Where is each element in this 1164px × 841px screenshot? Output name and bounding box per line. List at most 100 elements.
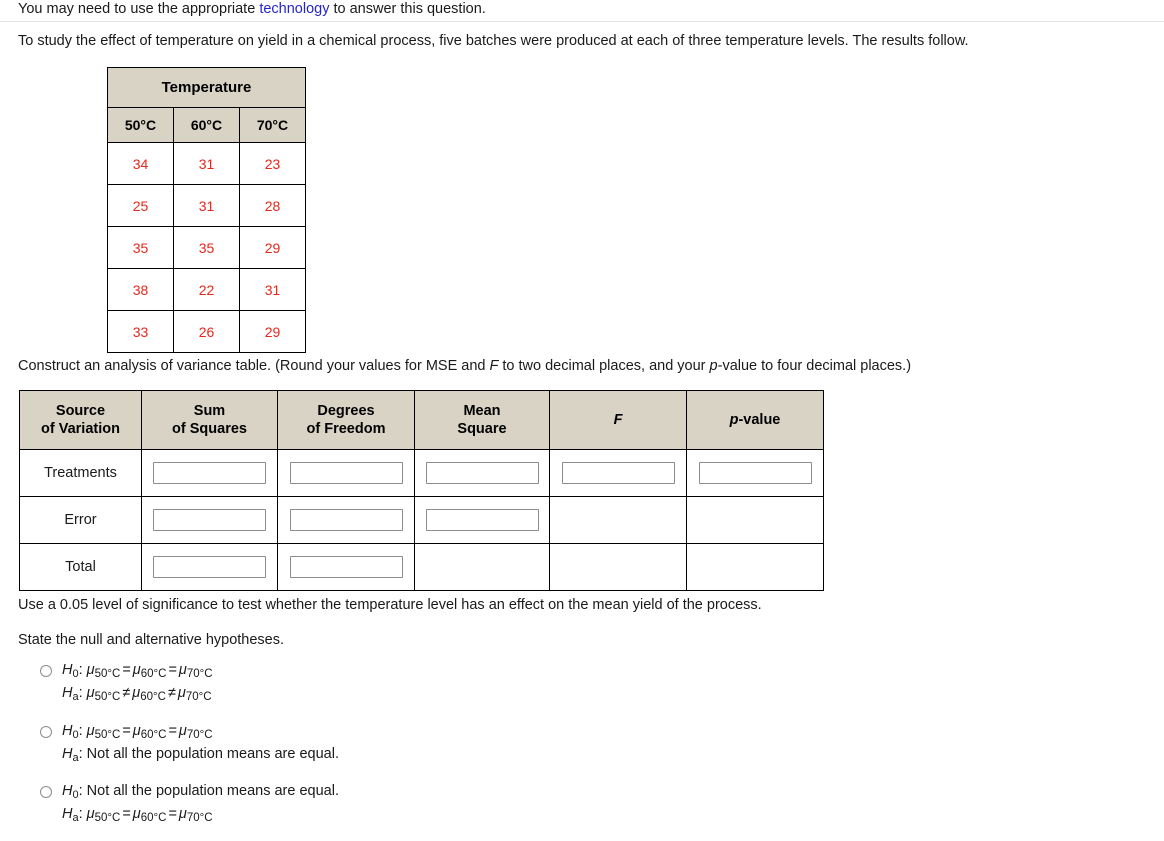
mu-symbol: μ [132, 662, 141, 678]
treatments-ss-input[interactable] [153, 462, 266, 484]
mu-subscript-50c: 50°C [94, 729, 121, 742]
mu-symbol: μ [86, 805, 95, 822]
option-3-alt-symbol: H [62, 805, 73, 822]
option-3-null-line: H0: Not all the population means are equ… [62, 782, 339, 802]
anova-row-label-error: Error [19, 496, 142, 544]
mu-subscript-60c: 60°C [140, 729, 167, 742]
total-ss-input[interactable] [153, 556, 266, 578]
option-1-null-line: H0: μ50°C = μ60°C = μ70°C [62, 662, 213, 681]
data-cell: 34 [107, 142, 174, 185]
hypothesis-radio-2[interactable] [40, 725, 52, 738]
anova-cell-treatments-p[interactable] [686, 449, 824, 497]
data-cell: 35 [173, 226, 240, 269]
mu-subscript-60c: 60°C [140, 811, 167, 824]
temperature-data-table: Temperature 50°C 60°C 70°C 34 31 23 25 3… [107, 67, 306, 353]
anova-cell-error-p [686, 496, 824, 544]
anova-header-degrees-of-freedom: Degrees of Freedom [277, 390, 415, 450]
table-row: 35 35 29 [107, 226, 306, 269]
data-column-header-50c: 50°C [107, 107, 174, 143]
mu-symbol: μ [178, 805, 187, 822]
data-cell: 33 [107, 310, 174, 353]
data-cell: 31 [239, 268, 306, 311]
mu-subscript-70c: 70°C [185, 691, 212, 704]
data-cell: 25 [107, 184, 174, 227]
option-3-null-subscript: 0 [72, 789, 79, 802]
data-cell: 22 [173, 268, 240, 311]
anova-header-ss-line1: Sum [193, 402, 226, 419]
anova-cell-total-p [686, 543, 824, 591]
anova-row-total: Total [19, 543, 824, 591]
error-ss-input[interactable] [153, 509, 266, 531]
anova-cell-total-df[interactable] [277, 543, 415, 591]
problem-statement: To study the effect of temperature on yi… [18, 33, 969, 49]
data-cell: 23 [239, 142, 306, 185]
technology-link[interactable]: technology [259, 1, 329, 17]
anova-cell-error-ms[interactable] [414, 496, 550, 544]
data-column-header-60c: 60°C [173, 107, 240, 143]
option-3-alt-line: Ha: μ50°C = μ60°C = μ70°C [62, 805, 213, 824]
anova-header-p-value: p-value [686, 390, 824, 450]
hypothesis-radio-1[interactable] [40, 665, 52, 677]
table-row: 34 31 23 [107, 142, 306, 185]
mu-subscript-50c: 50°C [94, 811, 121, 824]
mu-symbol: μ [86, 662, 95, 678]
error-df-input[interactable] [289, 509, 403, 531]
hypothesis-options: H0: μ50°C = μ60°C = μ70°C Ha: μ50°C ≠ μ60°C ≠ μ7… [38, 660, 339, 841]
anova-header-p-rest: -value [738, 411, 781, 428]
treatments-f-input[interactable] [561, 462, 675, 484]
error-ms-input[interactable] [425, 509, 539, 531]
hypothesis-option-3[interactable]: H0: Not all the population means are equ… [38, 781, 339, 827]
anova-row-label-treatments: Treatments [19, 449, 142, 497]
anova-cell-treatments-f[interactable] [549, 449, 687, 497]
treatments-p-input[interactable] [698, 462, 812, 484]
data-table-header-row: 50°C 60°C 70°C [107, 107, 306, 143]
mu-symbol: μ [86, 685, 95, 702]
significance-instruction: Use a 0.05 level of significance to test… [18, 597, 762, 613]
anova-cell-error-ss[interactable] [141, 496, 278, 544]
mu-subscript-50c: 50°C [94, 691, 121, 704]
treatments-ms-input[interactable] [425, 462, 539, 484]
anova-cell-total-ms [414, 543, 550, 591]
mu-subscript-50c: 50°C [94, 668, 121, 681]
anova-cell-treatments-ss[interactable] [141, 449, 278, 497]
anova-header-ms-line2: Square [457, 421, 507, 437]
hypothesis-option-1[interactable]: H0: μ50°C = μ60°C = μ70°C Ha: μ50°C ≠ μ60°C ≠ μ7… [38, 660, 339, 707]
data-cell: 28 [239, 184, 306, 227]
anova-cell-treatments-df[interactable] [277, 449, 415, 497]
data-column-header-70c: 70°C [239, 107, 306, 143]
mu-symbol: μ [132, 722, 141, 739]
anova-cell-error-df[interactable] [277, 496, 415, 544]
technology-notice-prefix: You may need to use the appropriate [18, 1, 260, 17]
anova-row-treatments: Treatments [19, 449, 824, 497]
option-2-alt-symbol: H [62, 746, 73, 763]
anova-header-ms-line1: Mean [463, 402, 501, 419]
hypothesis-option-2[interactable]: H0: μ50°C = μ60°C = μ70°C Ha: Not all the po… [38, 721, 339, 767]
anova-header-row: Source of Variation Sum of Squares Degre… [19, 390, 824, 450]
operator-equals: = [168, 722, 177, 739]
anova-cell-total-ss[interactable] [141, 543, 278, 591]
state-hypotheses-instruction: State the null and alternative hypothese… [18, 632, 285, 648]
option-2-alt-text: Not all the population means are equal. [86, 746, 339, 763]
treatments-df-input[interactable] [289, 462, 403, 484]
anova-header-ss-line2: of Squares [172, 421, 247, 437]
anova-cell-total-f [549, 543, 687, 591]
option-3-null-text: Not all the population means are equal. [86, 782, 339, 799]
anova-instruction-part3: -value to four decimal places.) [717, 358, 912, 374]
mu-symbol: μ [178, 722, 187, 739]
anova-header-source-line2: of Variation [41, 421, 120, 437]
operator-equals: = [168, 662, 177, 678]
data-cell: 26 [173, 310, 240, 353]
option-2-null-line: H0: μ50°C = μ60°C = μ70°C [62, 722, 213, 742]
total-df-input[interactable] [289, 556, 403, 578]
anova-cell-treatments-ms[interactable] [414, 449, 550, 497]
mu-subscript-60c: 60°C [140, 691, 166, 704]
anova-header-mean-square: Mean Square [414, 390, 550, 450]
option-3-alt-subscript: a [72, 811, 79, 824]
operator-not-equals: ≠ [122, 685, 131, 702]
anova-instruction-part2: to two decimal places, and your [498, 358, 710, 374]
technology-notice: You may need to use the appropriate tech… [18, 1, 486, 17]
hypothesis-radio-3[interactable] [40, 785, 52, 798]
anova-header-source-line1: Source [55, 402, 106, 419]
operator-equals: = [168, 805, 177, 822]
operator-equals: = [122, 662, 131, 678]
